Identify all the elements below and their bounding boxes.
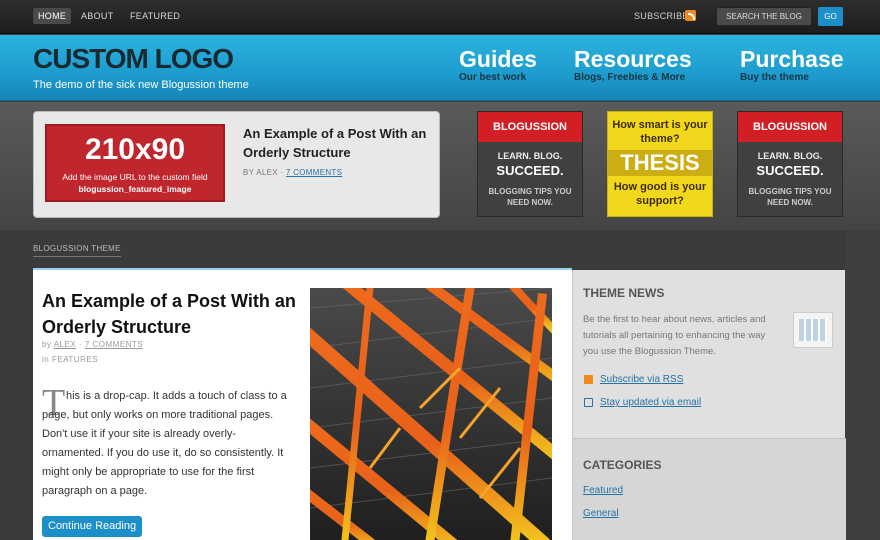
post-author-link[interactable]: ALEX xyxy=(54,340,76,349)
nav-home-link[interactable]: HOME xyxy=(33,8,72,24)
ad-line-1: LEARN. BLOG. xyxy=(757,151,823,161)
placeholder-note-text: Add the image URL to the custom field xyxy=(62,172,208,182)
nav-about-link[interactable]: ABOUT xyxy=(76,8,119,24)
post-image[interactable] xyxy=(310,288,552,540)
subscribe-rss-link[interactable]: Subscribe via RSS xyxy=(600,374,683,385)
ad-blogussion-1[interactable]: BLOGUSSION LEARN. BLOG. SUCCEED. BLOGGIN… xyxy=(477,111,583,217)
ad-brand: BLOGUSSION xyxy=(738,112,842,142)
categories-heading: CATEGORIES xyxy=(583,458,662,472)
ad-line-3: BLOGGING TIPS YOU NEED NOW. xyxy=(748,187,832,207)
ad-thesis-question-1: How smart is your theme? xyxy=(612,119,708,145)
site-tagline: The demo of the sick new Blogussion them… xyxy=(33,79,249,91)
placeholder-note: Add the image URL to the custom field bl… xyxy=(47,171,223,195)
search-input[interactable] xyxy=(716,7,812,26)
header-nav-purchase-sub: Buy the theme xyxy=(740,72,809,83)
featured-image-placeholder[interactable]: 210x90 Add the image URL to the custom f… xyxy=(45,124,225,202)
header-nav-resources[interactable]: Resources xyxy=(574,46,692,72)
post-excerpt: his is a drop-cap. It adds a touch of cl… xyxy=(42,387,295,501)
subscribe-email-link[interactable]: Stay updated via email xyxy=(600,397,701,408)
post-excerpt-text: his is a drop-cap. It adds a touch of cl… xyxy=(42,390,287,497)
ad-line-3: BLOGGING TIPS YOU NEED NOW. xyxy=(488,187,572,207)
header-nav-purchase[interactable]: Purchase xyxy=(740,46,844,72)
subscribe-link[interactable]: SUBSCRIBE xyxy=(634,11,689,21)
email-icon xyxy=(584,398,593,407)
post-comments-link[interactable]: 7 COMMENTS xyxy=(85,340,143,349)
ad-blogussion-2[interactable]: BLOGUSSION LEARN. BLOG. SUCCEED. BLOGGIN… xyxy=(737,111,843,217)
page-gutter xyxy=(845,230,880,540)
header-nav-guides[interactable]: Guides xyxy=(459,46,537,72)
post-title[interactable]: An Example of a Post With an Orderly Str… xyxy=(42,288,302,340)
theme-news-heading: THEME NEWS xyxy=(583,286,665,300)
category-link-general[interactable]: General xyxy=(583,508,619,519)
ad-line-1: LEARN. BLOG. xyxy=(497,151,563,161)
theme-news-text: Be the first to hear about news, article… xyxy=(583,314,766,357)
ad-line-2: SUCCEED. xyxy=(756,163,824,178)
post-meta: by ALEX · 7 COMMENTS xyxy=(42,340,144,349)
nav-featured-link[interactable]: FEATURED xyxy=(125,8,185,24)
continue-reading-button[interactable]: Continue Reading xyxy=(42,516,143,537)
placeholder-size: 210x90 xyxy=(84,133,186,166)
site-logo[interactable]: CUSTOM LOGO xyxy=(33,44,234,74)
breadcrumb[interactable]: BLOGUSSION THEME xyxy=(33,244,121,257)
featured-post-title[interactable]: An Example of a Post With an Orderly Str… xyxy=(243,124,428,162)
header-nav-guides-sub: Our best work xyxy=(459,72,527,83)
category-link-featured[interactable]: Featured xyxy=(583,485,623,496)
post-category-prefix: in xyxy=(42,355,50,364)
ad-brand: BLOGUSSION xyxy=(478,112,582,142)
post-meta-by: by xyxy=(42,340,52,349)
post-category-link[interactable]: FEATURES xyxy=(52,355,98,364)
header-nav-resources-sub: Blogs, Freebies & More xyxy=(574,72,686,83)
placeholder-field-name: blogussion_featured_image xyxy=(78,184,192,194)
featured-post-comments-link[interactable]: 7 COMMENTS xyxy=(286,168,342,177)
steel-beams-illustration xyxy=(310,288,552,540)
ad-thesis-question-2: How good is your support? xyxy=(613,181,707,207)
rss-icon xyxy=(584,375,593,384)
featured-post-byline: BY ALEX xyxy=(243,168,278,177)
ad-thesis-brand: THESIS xyxy=(608,150,712,176)
theme-screenshot-thumbnail xyxy=(793,312,833,348)
rss-icon[interactable] xyxy=(685,10,696,21)
ad-thesis[interactable]: How smart is your theme? THESIS How good… xyxy=(607,111,713,217)
ad-line-2: SUCCEED. xyxy=(496,163,564,178)
post-category: in FEATURES xyxy=(42,355,98,364)
search-go-button[interactable]: GO xyxy=(818,7,843,26)
featured-post-meta: BY ALEX · 7 COMMENTS xyxy=(243,168,343,177)
